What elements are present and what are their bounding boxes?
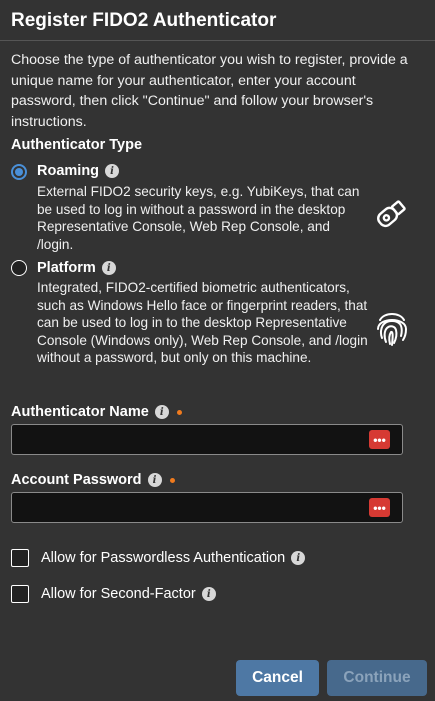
radio-roaming[interactable] bbox=[11, 164, 27, 180]
fingerprint-icon bbox=[377, 313, 408, 346]
usb-key-icon bbox=[377, 200, 406, 228]
info-icon[interactable]: i bbox=[201, 587, 216, 601]
authenticator-name-label: Authenticator Name bbox=[11, 404, 149, 420]
required-indicator bbox=[169, 477, 175, 483]
continue-button[interactable]: Continue bbox=[327, 660, 427, 696]
passwordless-checkbox[interactable] bbox=[11, 549, 29, 567]
info-icon[interactable]: i bbox=[291, 551, 306, 565]
password-manager-icon[interactable]: ••• bbox=[369, 430, 390, 449]
second-factor-label-row: Allow for Second-Factor i bbox=[41, 586, 216, 602]
info-icon[interactable]: i bbox=[154, 405, 169, 419]
platform-description: Integrated, FIDO2-certified biometric au… bbox=[37, 280, 368, 365]
authenticator-name-input[interactable]: ••• bbox=[11, 424, 403, 455]
dialog-title: Register FIDO2 Authenticator bbox=[11, 10, 277, 31]
info-icon[interactable]: i bbox=[147, 473, 162, 487]
title-divider bbox=[0, 40, 435, 41]
second-factor-checkbox[interactable] bbox=[11, 585, 29, 603]
passwordless-label-row: Allow for Passwordless Authentication i bbox=[41, 550, 306, 566]
platform-title-row: Platform i bbox=[37, 260, 116, 276]
platform-title: Platform bbox=[37, 260, 96, 276]
intro-text: Choose the type of authenticator you wis… bbox=[11, 52, 408, 130]
cancel-button[interactable]: Cancel bbox=[236, 660, 319, 696]
authenticator-type-label: Authenticator Type bbox=[11, 137, 143, 153]
account-password-label: Account Password bbox=[11, 472, 142, 488]
info-icon[interactable]: i bbox=[101, 261, 116, 275]
account-password-label-row: Account Password i bbox=[11, 472, 175, 488]
roaming-title-row: Roaming i bbox=[37, 163, 120, 179]
required-indicator bbox=[176, 409, 182, 415]
second-factor-label: Allow for Second-Factor bbox=[41, 586, 196, 602]
roaming-description: External FIDO2 security keys, e.g. YubiK… bbox=[37, 184, 360, 252]
info-icon[interactable]: i bbox=[105, 164, 120, 178]
authenticator-name-label-row: Authenticator Name i bbox=[11, 404, 182, 420]
password-manager-icon[interactable]: ••• bbox=[369, 498, 390, 517]
radio-platform[interactable] bbox=[11, 260, 27, 276]
roaming-title: Roaming bbox=[37, 163, 100, 179]
account-password-input[interactable]: ••• bbox=[11, 492, 403, 523]
passwordless-label: Allow for Passwordless Authentication bbox=[41, 550, 286, 566]
